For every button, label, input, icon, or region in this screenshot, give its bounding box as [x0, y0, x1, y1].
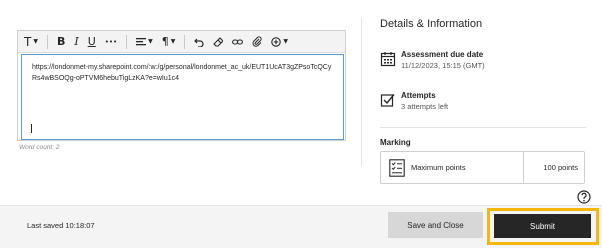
text-cursor: [31, 124, 32, 133]
align-left-icon: [136, 37, 147, 45]
paragraph-button[interactable]: ¶ ▼: [162, 33, 176, 51]
maximum-points-value: 100 points: [543, 163, 578, 172]
attempts-value: 3 attempts left: [401, 102, 449, 111]
editor-toolbar: T ▼ B I U ••• ▼ ¶ ▼ ▼: [18, 31, 345, 53]
undo-icon: [194, 38, 204, 47]
chevron-down-icon: ▼: [170, 38, 176, 45]
more-formatting-button[interactable]: •••: [105, 33, 117, 51]
points-label-cell: Maximum points: [381, 152, 524, 183]
rich-text-editor: T ▼ B I U ••• ▼ ¶ ▼ ▼ https://londonmet-…: [17, 30, 346, 141]
due-date-value: 11/12/2023, 15:15 (GMT): [401, 61, 485, 70]
insert-content-button[interactable]: ▼: [271, 33, 288, 51]
chevron-down-icon: ▼: [148, 38, 153, 45]
chevron-down-icon: ▼: [283, 38, 289, 45]
editor-text-area[interactable]: https://londonmet-my.sharepoint.com/:w:/…: [21, 54, 344, 140]
italic-button[interactable]: I: [74, 33, 78, 51]
attempts-row: Attempts 3 attempts left: [380, 91, 448, 112]
clear-formatting-button[interactable]: [213, 33, 224, 51]
checkbox-icon: [380, 94, 395, 107]
editor-content: https://londonmet-my.sharepoint.com/:w:/…: [32, 64, 332, 82]
calendar-icon: [380, 52, 396, 67]
due-date-row: Assessment due date 11/12/2023, 15:15 (G…: [380, 50, 485, 71]
maximum-points-label: Maximum points: [411, 163, 466, 172]
save-and-close-button[interactable]: Save and Close: [388, 212, 483, 238]
paragraph-icon: ¶: [161, 35, 169, 48]
maximum-points-card: Maximum points 100 points: [380, 151, 585, 184]
chevron-down-icon: ▼: [33, 38, 38, 45]
help-icon[interactable]: [577, 190, 591, 204]
marking-label: Marking: [380, 138, 411, 147]
panel-title: Details & Information: [380, 18, 483, 30]
checklist-icon: [389, 158, 405, 177]
toolbar-divider: [46, 34, 48, 49]
paperclip-icon: [252, 36, 262, 47]
word-count: Word count: 2: [19, 144, 60, 151]
underline-button[interactable]: U: [88, 33, 96, 51]
text-style-button[interactable]: T ▼: [24, 33, 38, 51]
attach-file-button[interactable]: [252, 33, 262, 51]
undo-button[interactable]: [194, 33, 204, 51]
bold-button[interactable]: B: [57, 33, 65, 51]
last-saved-status: Last saved 10:18:07: [27, 221, 95, 230]
link-icon: [232, 38, 244, 45]
due-date-label: Assessment due date: [401, 50, 484, 59]
insert-link-button[interactable]: [232, 33, 244, 51]
add-circle-icon: [271, 36, 282, 47]
attempts-label: Attempts: [401, 91, 436, 100]
eraser-icon: [213, 36, 224, 47]
align-button[interactable]: ▼: [136, 33, 153, 51]
submit-button[interactable]: Submit: [494, 214, 591, 238]
panel-divider: [361, 18, 362, 166]
section-divider: [380, 127, 586, 128]
text-style-icon: T: [24, 34, 32, 49]
toolbar-divider: [184, 34, 186, 49]
toolbar-divider: [126, 34, 128, 49]
